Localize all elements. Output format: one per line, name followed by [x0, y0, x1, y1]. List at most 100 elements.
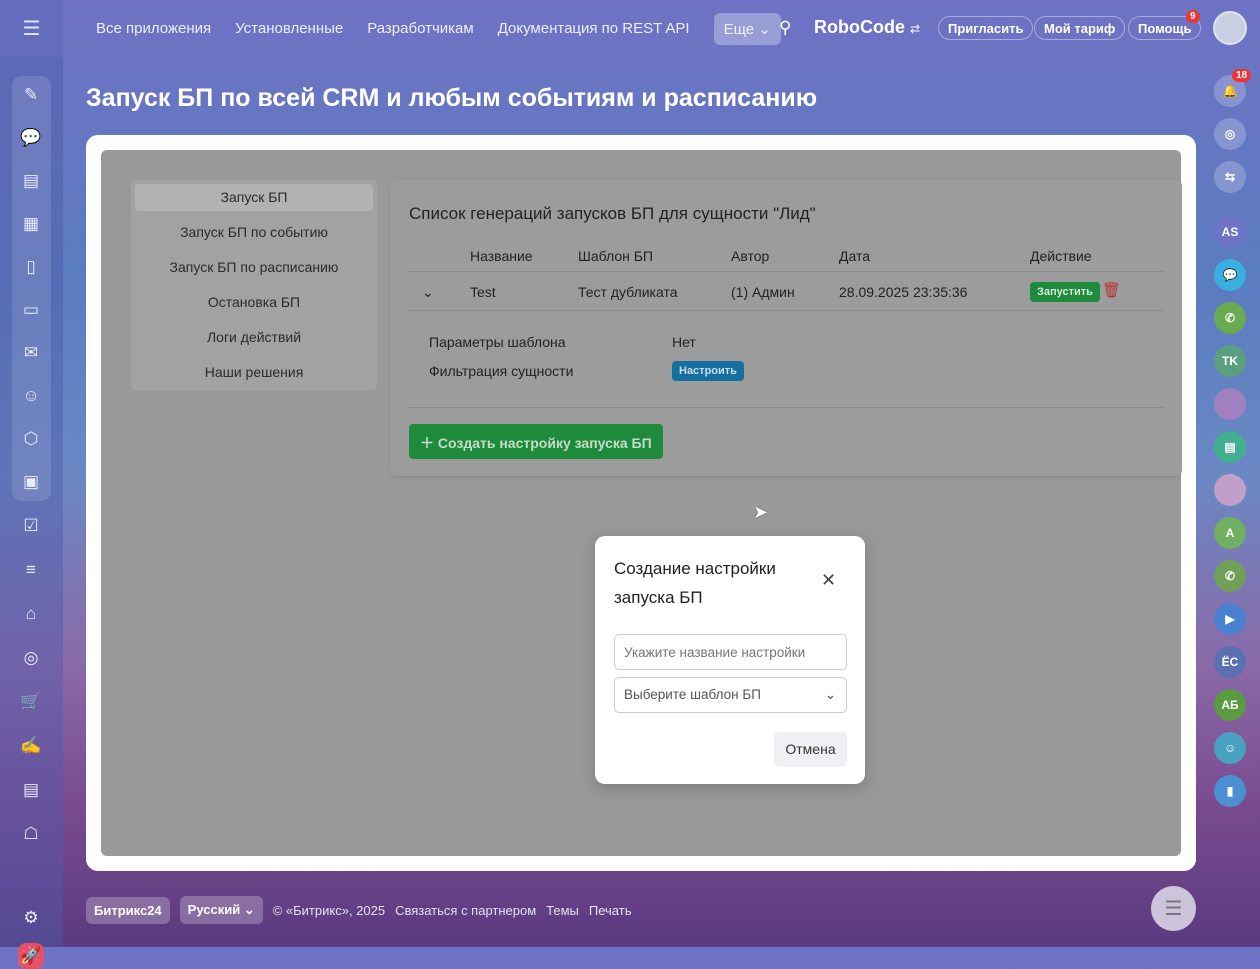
avatar[interactable]: AS	[1214, 216, 1246, 248]
nav-all-apps[interactable]: Все приложения	[96, 20, 211, 37]
modal-title: Создание настройки запуска БП	[614, 559, 776, 607]
sidebar-drive-icon[interactable]: ▭	[12, 291, 50, 329]
table-row: ⌄ Test Тест дубликата (1) Админ 28.09.20…	[408, 272, 1164, 311]
bookmark-icon[interactable]: ▮	[1214, 775, 1246, 807]
row-template: Тест дубликата	[578, 284, 678, 300]
right-sidebar: 🔔 18 ◎ ⇆ AS 💬 ✆ TK ▤ A ✆ ▶ ЁС АБ ☺ ▮	[1205, 69, 1255, 818]
create-setting-button[interactable]: ＋ Создать настройку запуска БП	[409, 424, 663, 459]
menu-item-schedule[interactable]: Запуск БП по расписанию	[135, 254, 373, 289]
sidebar-robot-icon[interactable]: ☖	[12, 815, 50, 853]
notifications-badge: 18	[1232, 69, 1252, 82]
themes-link[interactable]: Темы	[546, 903, 579, 918]
call-icon[interactable]: ✆	[1214, 560, 1246, 592]
nav-installed[interactable]: Установленные	[235, 20, 343, 37]
avatar-image[interactable]	[1214, 388, 1246, 420]
sidebar-group: ✎ 💬 ▤ ▦ ▯ ▭ ✉ ☺ ⬡ ▣	[12, 76, 51, 501]
language-label: Русский	[187, 902, 241, 917]
footer: Битрикс24 Русский ⌄ © «Битрикс», 2025 Св…	[86, 896, 631, 924]
template-select[interactable]: Выберите шаблон БП ⌄	[614, 677, 847, 713]
top-bar: ☰ Все приложения Установленные Разработч…	[0, 0, 1260, 57]
brand-name[interactable]: RoboCode ⇄	[814, 17, 920, 38]
list-panel: Список генераций запусков БП для сущност…	[390, 180, 1182, 476]
user-avatar[interactable]	[1213, 11, 1247, 45]
create-setting-modal: Создание настройки запуска БП ✕ Выберите…	[595, 536, 865, 784]
sidebar-warehouse-icon[interactable]: ⌂	[12, 595, 50, 633]
avatar-image[interactable]	[1214, 474, 1246, 506]
print-link[interactable]: Печать	[589, 903, 632, 918]
sidebar-card-icon[interactable]: ▤	[12, 771, 50, 809]
col-date: Дата	[839, 248, 871, 264]
sidebar-feed-icon[interactable]: ✎	[12, 76, 50, 114]
run-button[interactable]: Запустить	[1030, 282, 1100, 302]
open-lines-icon[interactable]: 💬	[1214, 259, 1246, 291]
panel-title: Список генераций запусков БП для сущност…	[409, 204, 816, 223]
sidebar-mail-icon[interactable]: ✉	[12, 334, 50, 372]
language-select[interactable]: Русский ⌄	[179, 896, 263, 924]
invite-button[interactable]: Пригласить	[938, 16, 1034, 40]
copyright: © «Битрикс», 2025	[272, 902, 386, 918]
news-icon[interactable]: ▤	[1214, 431, 1246, 463]
col-name: Название	[470, 248, 533, 264]
sidebar-calendar-icon[interactable]: ▦	[12, 205, 50, 243]
nav-more[interactable]: Еще ⌄	[713, 12, 781, 45]
top-nav: Все приложения Установленные Разработчик…	[96, 0, 781, 57]
menu-item-launch[interactable]: Запуск БП	[135, 184, 373, 211]
menu-item-solutions[interactable]: Наши решения	[135, 359, 373, 394]
mouse-cursor: ➤	[753, 502, 769, 522]
sidebar-docs-icon[interactable]: ▯	[12, 248, 50, 286]
nav-developers[interactable]: Разработчикам	[367, 20, 473, 37]
sidebar-sites-icon[interactable]: ▣	[12, 463, 50, 501]
cancel-button[interactable]: Отмена	[774, 732, 847, 767]
tariff-button[interactable]: Мой тариф	[1034, 16, 1126, 40]
menu-item-stop[interactable]: Остановка БП	[135, 289, 373, 324]
col-action: Действие	[1030, 248, 1092, 264]
col-template: Шаблон БП	[578, 248, 653, 264]
partner-link[interactable]: Связаться с партнером	[395, 903, 536, 918]
setup-button[interactable]: Настроить	[672, 361, 744, 381]
list-menu-icon[interactable]: ☰	[1151, 886, 1196, 931]
sidebar-chat-icon[interactable]: 💬	[12, 119, 50, 157]
sidebar-cart-icon[interactable]: 🛒	[12, 683, 50, 721]
sidebar-sign-icon[interactable]: ✍	[12, 727, 50, 765]
nav-more-label: Еще	[723, 20, 755, 38]
video-icon[interactable]: ▶	[1214, 603, 1246, 635]
menu-icon[interactable]: ☰	[0, 0, 63, 57]
sidebar-tasks-icon[interactable]: ▤	[12, 162, 50, 200]
bitrix-button[interactable]: Битрикс24	[86, 896, 170, 924]
row-author: (1) Админ	[731, 284, 795, 300]
trash-icon[interactable]: 🗑	[1102, 281, 1121, 299]
left-sidebar: ✎ 💬 ▤ ▦ ▯ ▭ ✉ ☺ ⬡ ▣ ☑ ≡ ⌂ ◎ 🛒 ✍ ▤ ☖ ⚙ 🚀	[0, 57, 63, 969]
nav-rest-docs[interactable]: Документация по REST API	[498, 20, 690, 37]
page-title: Запуск БП по всей CRM и любым событиям и…	[86, 84, 818, 112]
row-date: 28.09.2025 23:35:36	[839, 284, 968, 300]
filter-label: Фильтрация сущности	[429, 363, 574, 379]
search-icon[interactable]: ⚲	[779, 18, 791, 38]
sync-chat-icon[interactable]: ⇆	[1214, 161, 1246, 193]
params-value: Нет	[672, 334, 696, 350]
sidebar-target-icon[interactable]: ◎	[12, 639, 50, 677]
sidebar-market-icon[interactable]: ⬡	[12, 420, 50, 458]
setting-name-input[interactable]	[614, 634, 847, 670]
chevron-down-icon[interactable]: ⌄	[422, 284, 434, 301]
sidebar-contacts-icon[interactable]: ☺	[12, 377, 50, 415]
create-setting-label: Создать настройку запуска БП	[437, 435, 652, 451]
menu-item-logs[interactable]: Логи действий	[135, 324, 373, 359]
avatar[interactable]: АБ	[1214, 689, 1246, 721]
avatar[interactable]: TK	[1214, 345, 1246, 377]
phone-icon[interactable]: ✆	[1214, 302, 1246, 334]
app-menu: Запуск БП Запуск БП по событию Запуск БП…	[131, 180, 377, 390]
copilot-icon[interactable]: ◎	[1214, 118, 1246, 150]
close-icon[interactable]: ✕	[821, 570, 836, 591]
bot-icon[interactable]: ☺	[1214, 732, 1246, 764]
template-select-placeholder: Выберите шаблон БП	[624, 687, 761, 702]
sidebar-settings-icon[interactable]: ⚙	[12, 899, 50, 937]
table-header: Название Шаблон БП Автор Дата Действие	[408, 248, 1164, 272]
switch-icon: ⇄	[910, 22, 921, 36]
sidebar-checklist-icon[interactable]: ☑	[12, 507, 50, 545]
avatar[interactable]: A	[1214, 517, 1246, 549]
avatar[interactable]: ЁС	[1214, 646, 1246, 678]
menu-item-event[interactable]: Запуск БП по событию	[135, 219, 373, 254]
chevron-down-icon: ⌄	[824, 687, 836, 702]
bell-icon[interactable]: 🔔 18	[1214, 69, 1252, 107]
sidebar-funnel-icon[interactable]: ≡	[12, 551, 50, 589]
